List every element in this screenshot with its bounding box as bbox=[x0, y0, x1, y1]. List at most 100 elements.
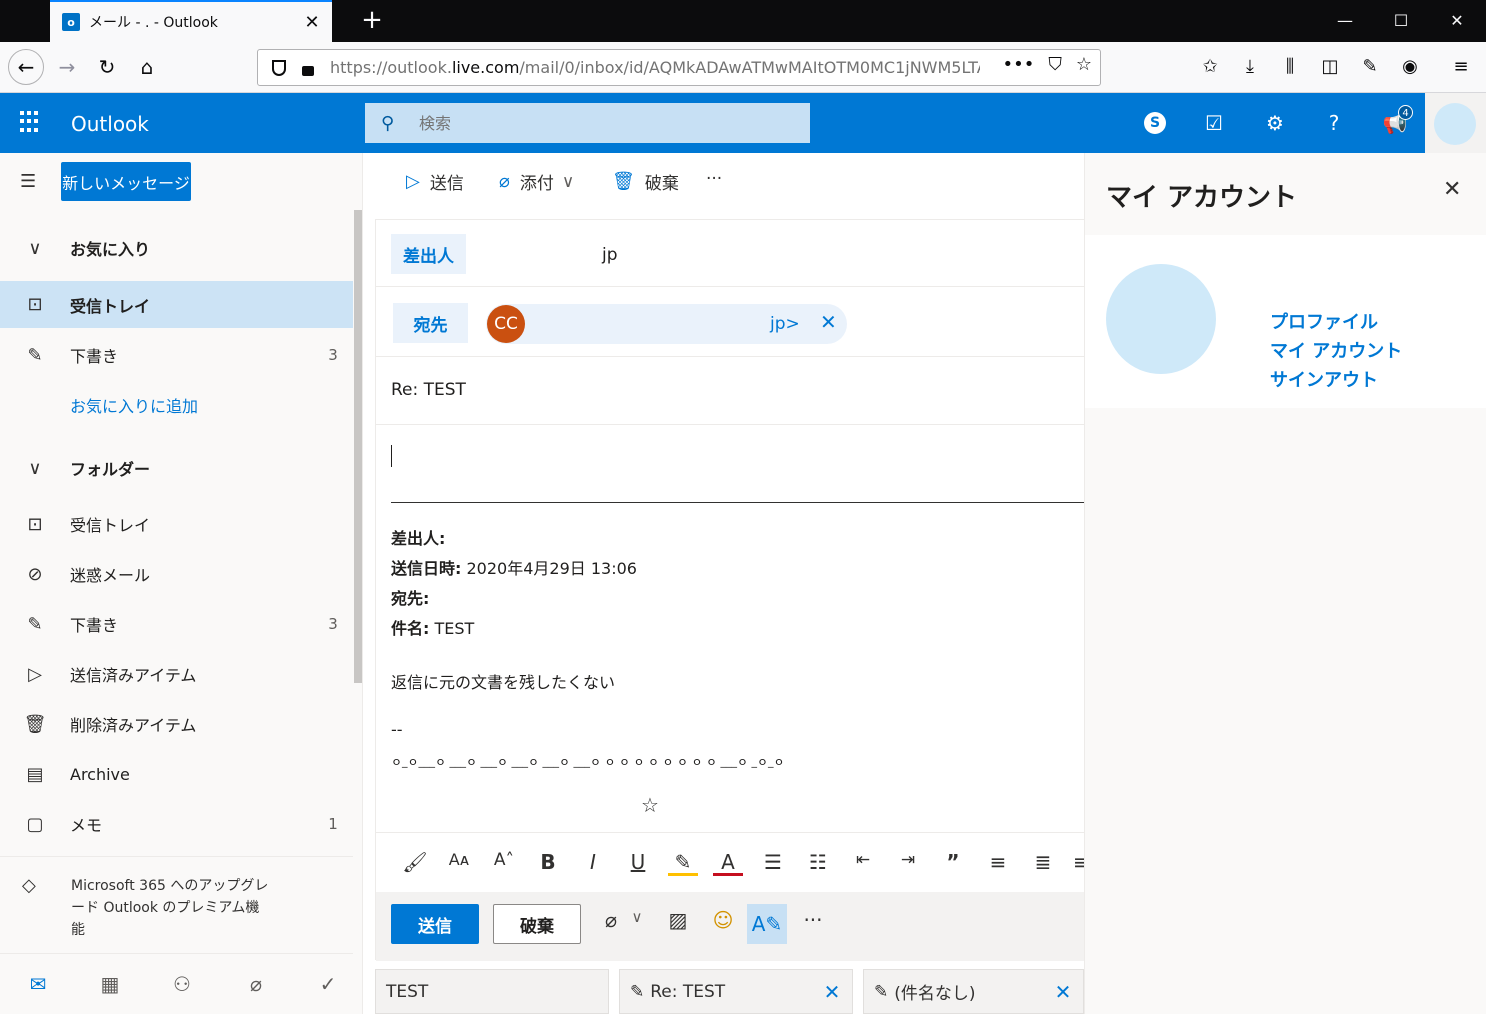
font-size-icon[interactable]: A˄ bbox=[489, 850, 519, 870]
sign-out-link[interactable]: サインアウト bbox=[1270, 366, 1378, 392]
minimize-icon[interactable]: — bbox=[1330, 8, 1360, 34]
hamburger-icon[interactable]: ☰ bbox=[20, 171, 42, 192]
paperclip-icon[interactable]: ⌀ bbox=[242, 972, 270, 996]
hamburger-menu-icon[interactable]: ≡ bbox=[1448, 54, 1474, 80]
nav-scrollbar[interactable] bbox=[354, 210, 362, 683]
library-icon[interactable]: ⫼ bbox=[1277, 54, 1303, 80]
chevron-down-icon[interactable]: ∨ bbox=[0, 238, 70, 259]
premium-upsell[interactable]: ◇ Microsoft 365 へのアップグレード Outlook のプレミアム… bbox=[0, 856, 353, 951]
window-close-icon[interactable]: ✕ bbox=[1442, 8, 1472, 34]
align-center-icon[interactable]: ≣ bbox=[1028, 850, 1058, 874]
reload-icon[interactable]: ↻ bbox=[90, 50, 124, 84]
account-manager[interactable] bbox=[1425, 93, 1486, 153]
extension-icon[interactable]: ✎ bbox=[1357, 54, 1383, 80]
from-button[interactable]: 差出人 bbox=[391, 234, 466, 274]
chevron-down-icon[interactable]: ∨ bbox=[622, 908, 652, 926]
people-icon[interactable]: ⚇ bbox=[168, 972, 196, 996]
new-message-button[interactable]: 新しいメッセージ bbox=[61, 162, 191, 201]
tracking-shield-icon[interactable] bbox=[272, 59, 286, 76]
italic-icon[interactable]: I bbox=[578, 850, 608, 874]
search-box[interactable]: ⚲ bbox=[365, 103, 810, 143]
page-actions-icon[interactable]: ••• bbox=[1003, 54, 1035, 75]
editor-spellcheck-icon[interactable]: A✎ bbox=[747, 904, 787, 944]
sidebar-icon[interactable]: ◫ bbox=[1317, 54, 1343, 80]
avatar[interactable] bbox=[1434, 103, 1476, 145]
folder-item-notes[interactable]: ▢ メモ 1 bbox=[0, 800, 353, 848]
numbering-icon[interactable]: ☷ bbox=[803, 850, 833, 874]
download-icon[interactable]: ⤓ bbox=[1237, 54, 1263, 80]
from-value[interactable]: jp bbox=[602, 245, 618, 265]
bookmark-star-icon[interactable]: ☆ bbox=[1076, 54, 1092, 75]
font-icon[interactable]: Aᴀ bbox=[444, 850, 474, 869]
font-color-icon[interactable]: A bbox=[713, 850, 743, 876]
more-options-icon[interactable]: ··· bbox=[798, 908, 828, 932]
url-text[interactable]: https://outlook.live.com/mail/0/inbox/id… bbox=[330, 58, 980, 77]
subject-row[interactable] bbox=[376, 357, 1085, 425]
bold-icon[interactable]: B bbox=[533, 850, 563, 874]
favorite-item-drafts[interactable]: ✎ 下書き 3 bbox=[0, 331, 353, 379]
back-icon[interactable]: ← bbox=[8, 49, 44, 85]
draft-tab-re-test[interactable]: ✎ Re: TEST ✕ bbox=[619, 969, 853, 1014]
pocket-icon[interactable]: ⛉ bbox=[1048, 54, 1062, 75]
highlight-icon[interactable]: ✎ bbox=[668, 850, 698, 876]
folder-item-junk[interactable]: ⊘ 迷惑メール bbox=[0, 550, 353, 598]
emoji-icon[interactable]: ☺ bbox=[708, 908, 738, 932]
brand-title[interactable]: Outlook bbox=[71, 112, 149, 136]
decrease-indent-icon[interactable]: ⇤ bbox=[848, 850, 878, 870]
forward-icon[interactable]: → bbox=[50, 50, 84, 84]
close-draft-icon[interactable]: ✕ bbox=[1043, 980, 1083, 1004]
insert-picture-icon[interactable]: ▨ bbox=[663, 908, 693, 932]
discard-button[interactable]: 破棄 bbox=[493, 904, 581, 944]
folder-item-inbox[interactable]: ⊡ 受信トレイ bbox=[0, 500, 353, 548]
lock-icon[interactable] bbox=[302, 65, 314, 76]
toolbar-more-button[interactable]: ··· bbox=[706, 169, 722, 189]
my-account-link[interactable]: マイ アカウント bbox=[1270, 337, 1402, 363]
new-tab-button[interactable]: + bbox=[358, 6, 386, 36]
draft-tab-no-subject[interactable]: ✎ (件名なし) ✕ bbox=[863, 969, 1084, 1014]
add-favorite-link[interactable]: お気に入りに追加 bbox=[0, 381, 353, 429]
align-left-icon[interactable]: ≡ bbox=[983, 850, 1013, 874]
folder-item-sent[interactable]: ▷ 送信済みアイテム bbox=[0, 650, 353, 698]
browser-tab[interactable]: o メール - . - Outlook ✕ bbox=[50, 0, 332, 42]
skype-icon[interactable]: S bbox=[1144, 112, 1166, 134]
draft-tab-test[interactable]: TEST bbox=[375, 969, 609, 1014]
chevron-down-icon[interactable]: ∨ bbox=[562, 172, 574, 192]
account-icon[interactable]: ◉ bbox=[1397, 54, 1423, 80]
recipient-chip[interactable]: CC jp> ✕ bbox=[486, 304, 847, 344]
profile-link[interactable]: プロファイル bbox=[1270, 308, 1378, 334]
toolbar-discard-button[interactable]: 🗑 破棄 bbox=[612, 169, 679, 194]
close-icon[interactable]: ✕ bbox=[1443, 177, 1461, 202]
my-day-icon[interactable]: ☑ bbox=[1200, 109, 1228, 137]
url-bar[interactable]: https://outlook.live.com/mail/0/inbox/id… bbox=[257, 49, 1101, 86]
send-button[interactable]: 送信 bbox=[391, 904, 479, 944]
folder-item-drafts[interactable]: ✎ 下書き 3 bbox=[0, 600, 353, 648]
calendar-icon[interactable]: ▦ bbox=[96, 972, 124, 996]
todo-check-icon[interactable]: ✓ bbox=[314, 972, 342, 996]
to-button[interactable]: 宛先 bbox=[393, 303, 468, 343]
app-launcher-icon[interactable] bbox=[20, 111, 42, 133]
underline-icon[interactable]: U bbox=[623, 850, 653, 874]
quote-icon[interactable]: ” bbox=[938, 850, 968, 874]
bookmarks-menu-icon[interactable]: ✩ bbox=[1197, 54, 1223, 80]
increase-indent-icon[interactable]: ⇥ bbox=[893, 850, 923, 870]
toolbar-send-button[interactable]: ▷ 送信 bbox=[406, 169, 464, 194]
favorites-header[interactable]: ∨ お気に入り bbox=[0, 224, 353, 272]
home-icon[interactable]: ⌂ bbox=[130, 50, 164, 84]
favorite-item-inbox[interactable]: ⊡ 受信トレイ bbox=[0, 281, 353, 328]
avatar[interactable] bbox=[1106, 264, 1216, 374]
remove-recipient-icon[interactable]: ✕ bbox=[820, 310, 837, 334]
format-painter-icon[interactable]: 🖌 bbox=[400, 850, 430, 874]
folder-item-deleted[interactable]: 🗑 削除済みアイテム bbox=[0, 700, 353, 748]
mail-icon[interactable]: ✉ bbox=[24, 972, 52, 996]
maximize-icon[interactable]: ☐ bbox=[1386, 8, 1416, 34]
bullets-icon[interactable]: ☰ bbox=[758, 850, 788, 874]
toolbar-attach-button[interactable]: ⌀ 添付 ∨ bbox=[499, 169, 574, 194]
help-icon[interactable]: ? bbox=[1320, 109, 1348, 137]
folders-header[interactable]: ∨ フォルダー bbox=[0, 444, 353, 492]
tab-close-icon[interactable]: ✕ bbox=[300, 12, 324, 33]
chevron-down-icon[interactable]: ∨ bbox=[0, 458, 70, 479]
folder-item-archive[interactable]: ▤ Archive bbox=[0, 750, 353, 798]
subject-input[interactable]: Re: TEST bbox=[391, 380, 466, 400]
settings-gear-icon[interactable]: ⚙ bbox=[1261, 109, 1289, 137]
search-input[interactable] bbox=[419, 113, 799, 133]
